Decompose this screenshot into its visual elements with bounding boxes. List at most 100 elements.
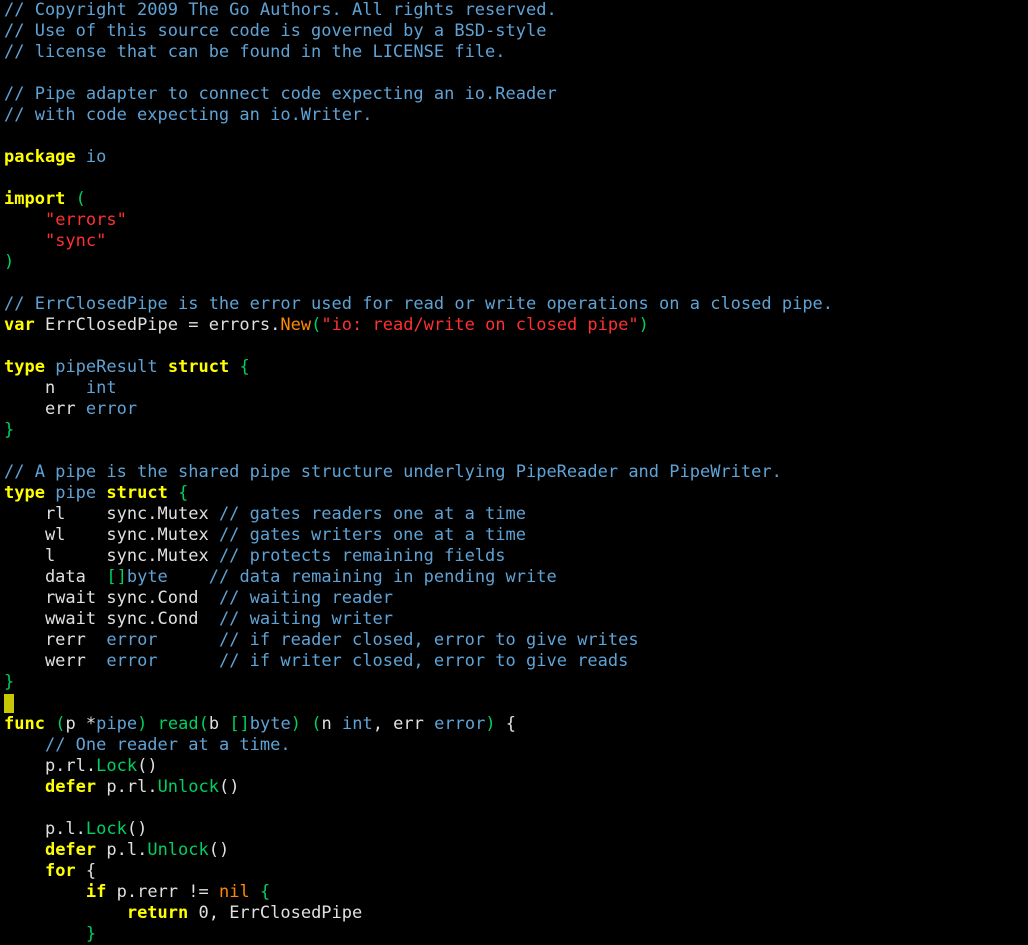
- code-token: "sync": [45, 231, 106, 251]
- code-token: // Copyright 2009 The Go Authors. All ri…: [4, 0, 557, 20]
- code-token: [168, 567, 209, 587]
- code-token: [96, 483, 106, 503]
- code-token: [76, 147, 86, 167]
- code-token: [4, 231, 45, 251]
- code-token: 0, ErrClosedPipe: [188, 903, 362, 923]
- code-token: import: [4, 189, 65, 209]
- code-token: defer: [45, 840, 96, 860]
- code-token: read: [158, 714, 199, 734]
- code-token: func: [4, 714, 45, 734]
- code-token: p.rerr !=: [106, 882, 219, 902]
- code-token: (: [76, 189, 86, 209]
- code-token: p.l.: [96, 840, 147, 860]
- code-token: package: [4, 147, 76, 167]
- code-token: p.rl.: [96, 777, 157, 797]
- code-token: // protects remaining fields: [219, 546, 506, 566]
- code-token: byte: [127, 567, 168, 587]
- code-token: {: [178, 483, 188, 503]
- code-token: [158, 651, 219, 671]
- code-token: (: [55, 714, 65, 734]
- code-token: , err: [373, 714, 434, 734]
- code-token: data: [4, 567, 106, 587]
- code-token: [147, 714, 157, 734]
- code-token: defer: [45, 777, 96, 797]
- code-token: ): [485, 714, 495, 734]
- code-token: ): [639, 315, 649, 335]
- code-token: {: [260, 882, 270, 902]
- code-token: [4, 210, 45, 230]
- code-token: type: [4, 483, 45, 503]
- code-token: error: [106, 630, 157, 650]
- code-token: Lock: [96, 756, 137, 776]
- code-token: b: [209, 714, 229, 734]
- code-token: [229, 357, 239, 377]
- code-token: n: [322, 714, 342, 734]
- code-token: [4, 924, 86, 944]
- code-token: struct: [168, 357, 229, 377]
- code-token: {: [239, 357, 249, 377]
- code-token: {: [496, 714, 516, 734]
- code-token: }: [86, 924, 96, 944]
- code-token: // license that can be found in the LICE…: [4, 42, 506, 62]
- code-token: (: [311, 714, 321, 734]
- code-token: // Pipe adapter to connect code expectin…: [4, 84, 557, 104]
- code-token: // ErrClosedPipe is the error used for r…: [4, 294, 833, 314]
- code-token: }: [4, 420, 14, 440]
- code-token: ): [4, 252, 14, 272]
- code-token: wwait sync.Cond: [4, 609, 219, 629]
- code-token: (: [199, 714, 209, 734]
- code-token: p *: [65, 714, 96, 734]
- code-token: ): [137, 714, 147, 734]
- code-token: [158, 630, 219, 650]
- code-token: pipeResult: [55, 357, 157, 377]
- code-token: err: [4, 399, 86, 419]
- code-token: var: [4, 315, 35, 335]
- code-token: }: [4, 672, 14, 692]
- code-token: [301, 714, 311, 734]
- code-token: Unlock: [147, 840, 208, 860]
- code-token: // with code expecting an io.Writer.: [4, 105, 372, 125]
- code-token: int: [342, 714, 373, 734]
- code-token: rwait sync.Cond: [4, 588, 219, 608]
- code-token: error: [434, 714, 485, 734]
- code-token: "errors": [45, 210, 127, 230]
- code-token: p.rl.: [4, 756, 96, 776]
- code-token: (): [127, 819, 147, 839]
- code-token: type: [4, 357, 45, 377]
- code-token: // data remaining in pending write: [209, 567, 557, 587]
- code-token: // A pipe is the shared pipe structure u…: [4, 462, 782, 482]
- code-token: Unlock: [158, 777, 219, 797]
- code-token: // if reader closed, error to give write…: [219, 630, 639, 650]
- code-token: nil: [219, 882, 250, 902]
- code-token: if: [86, 882, 106, 902]
- code-token: "io: read/write on closed pipe": [321, 315, 638, 335]
- code-token: [45, 357, 55, 377]
- code-token: for: [45, 861, 76, 881]
- code-token: [4, 903, 127, 923]
- code-token: [4, 861, 45, 881]
- code-editor[interactable]: // Copyright 2009 The Go Authors. All ri…: [0, 0, 1028, 945]
- code-token: rl sync.Mutex: [4, 504, 219, 524]
- code-token: // waiting reader: [219, 588, 393, 608]
- code-token: n: [4, 378, 86, 398]
- code-token: [4, 840, 45, 860]
- code-token: return: [127, 903, 188, 923]
- code-token: io: [86, 147, 106, 167]
- code-token: [4, 735, 45, 755]
- code-token: ): [291, 714, 301, 734]
- code-token: // gates writers one at a time: [219, 525, 526, 545]
- code-token: [4, 777, 45, 797]
- code-token: error: [106, 651, 157, 671]
- code-token: [45, 714, 55, 734]
- code-token: []: [106, 567, 126, 587]
- code-token: // Use of this source code is governed b…: [4, 21, 546, 41]
- code-token: Lock: [86, 819, 127, 839]
- code-token: // gates readers one at a time: [219, 504, 526, 524]
- code-token: {: [76, 861, 96, 881]
- code-token: pipe: [55, 483, 96, 503]
- code-token: [4, 882, 86, 902]
- code-token: New: [280, 315, 311, 335]
- code-token: wl sync.Mutex: [4, 525, 219, 545]
- code-token: p.l.: [4, 819, 86, 839]
- code-token: (): [209, 840, 229, 860]
